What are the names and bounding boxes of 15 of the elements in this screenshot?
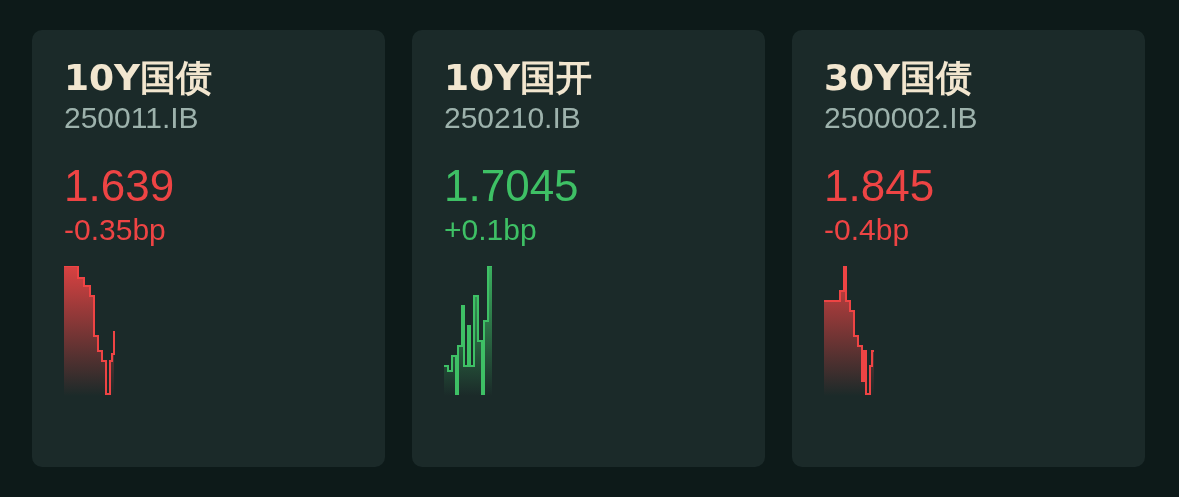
bond-name: 10Y国开: [444, 56, 593, 100]
bond-name: 10Y国债: [64, 56, 213, 100]
quote-card[interactable]: 10Y国开 250210.IB 1.7045 +0.1bp: [412, 30, 765, 467]
bond-code: 2500002.IB: [824, 100, 978, 136]
yield-change: -0.4bp: [824, 212, 910, 248]
yield-change: -0.35bp: [64, 212, 166, 248]
quote-card[interactable]: 10Y国债 250011.IB 1.639 -0.35bp: [32, 30, 385, 467]
bond-code: 250011.IB: [64, 100, 199, 136]
yield-change: +0.1bp: [444, 212, 537, 248]
yield-value: 1.7045: [444, 160, 579, 212]
yield-value: 1.639: [64, 160, 175, 212]
bond-name: 30Y国债: [824, 56, 973, 100]
yield-value: 1.845: [824, 160, 935, 212]
quote-card[interactable]: 30Y国债 2500002.IB 1.845 -0.4bp: [792, 30, 1145, 467]
bond-code: 250210.IB: [444, 100, 581, 136]
